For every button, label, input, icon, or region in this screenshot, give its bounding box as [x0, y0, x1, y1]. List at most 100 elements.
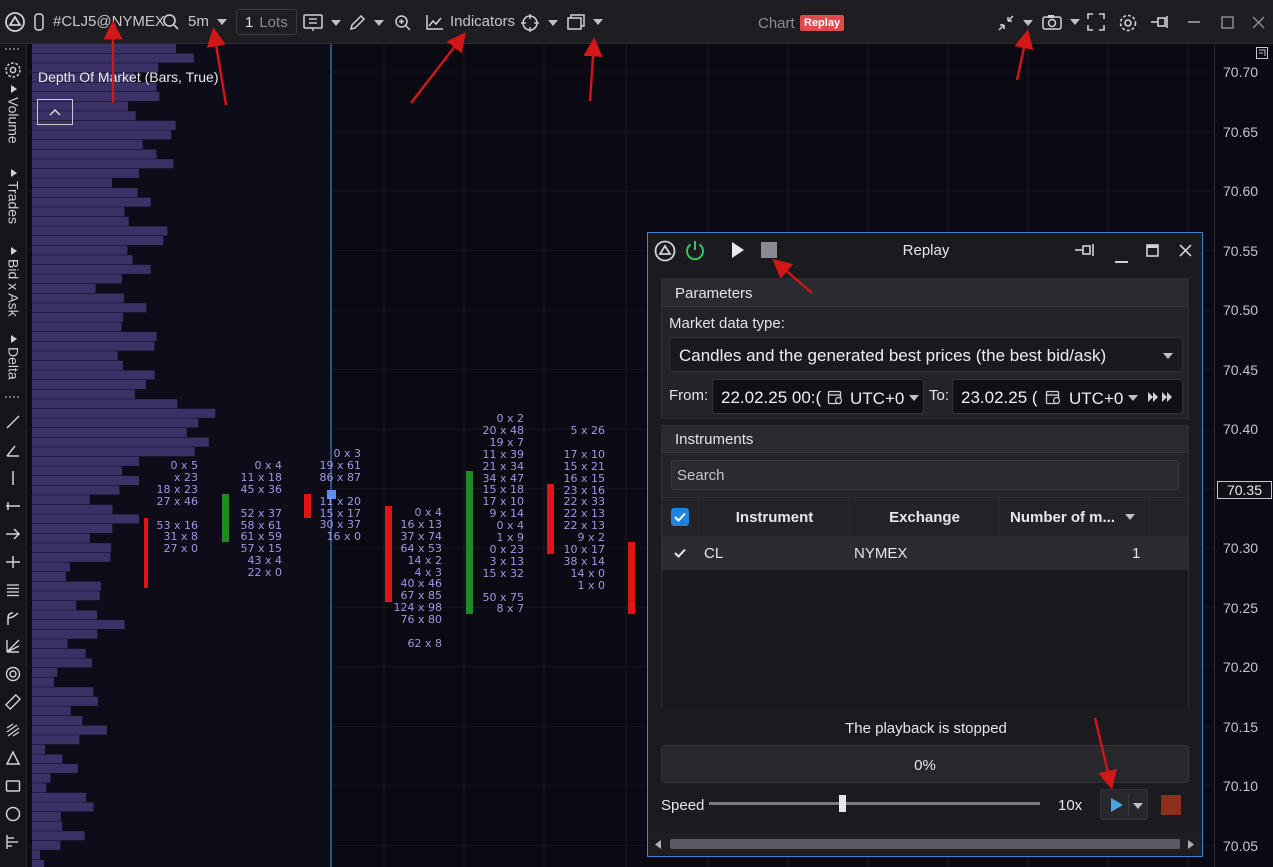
select-all-cell: [662, 498, 699, 536]
indicators-button[interactable]: Indicators: [426, 13, 515, 30]
left-tab-3[interactable]: Delta: [0, 332, 27, 382]
curve-tool-icon[interactable]: [3, 608, 23, 628]
minimize-window-icon[interactable]: [1188, 21, 1200, 23]
chart-type-button[interactable]: [303, 14, 341, 32]
fullscreen-icon[interactable]: [1087, 13, 1105, 31]
table-row[interactable]: CL NYMEX 1: [662, 537, 1188, 570]
ellipse-tool-icon[interactable]: [3, 804, 23, 824]
settings-gear-icon[interactable]: [1118, 13, 1138, 33]
replay-dialog: Replay Parameters Market data type: Cand…: [647, 232, 1203, 857]
from-timezone[interactable]: UTC+0: [850, 389, 904, 409]
ruler-tool-icon[interactable]: [3, 692, 23, 712]
left-tab-2[interactable]: Bid x Ask: [0, 244, 27, 320]
panel-settings-gear-icon[interactable]: [3, 60, 23, 80]
axis-settings-icon[interactable]: [1256, 47, 1268, 59]
chevron-down-icon[interactable]: [1128, 395, 1138, 401]
drag-handle-icon[interactable]: [3, 394, 23, 400]
dom-volume-bar: [32, 178, 113, 188]
select-all-checkbox[interactable]: [671, 508, 689, 526]
horizontal-ray-tool-icon[interactable]: [3, 496, 23, 516]
minimize-dialog-icon[interactable]: [1115, 250, 1128, 268]
column-exchange[interactable]: Exchange: [850, 498, 1000, 536]
drag-handle-icon[interactable]: [3, 46, 23, 52]
rectangle-tool-icon[interactable]: [3, 776, 23, 796]
close-dialog-icon[interactable]: [1179, 244, 1192, 262]
chevron-down-icon[interactable]: [909, 395, 919, 401]
instrument-search-input[interactable]: Search: [671, 460, 1179, 490]
pin-icon[interactable]: [1150, 15, 1170, 29]
calendar-icon[interactable]: [827, 389, 843, 405]
pin-icon[interactable]: [1074, 243, 1096, 262]
parameters-header: Parameters: [662, 279, 1188, 307]
scroll-right-icon[interactable]: [1188, 840, 1194, 849]
timeframe-selector[interactable]: 5m: [188, 13, 227, 30]
crosshair-button[interactable]: [520, 13, 558, 33]
dom-volume-bar: [32, 773, 51, 783]
angle-tool-icon[interactable]: [3, 440, 23, 460]
instruments-section: Instruments Search Instrument Exchange N…: [661, 425, 1189, 708]
row-number: 1: [1132, 545, 1141, 562]
trend-line-tool-icon[interactable]: [3, 412, 23, 432]
left-tab-0[interactable]: Volume: [0, 84, 27, 144]
minimize-chart-button[interactable]: [997, 14, 1033, 32]
dom-volume-bar: [32, 380, 147, 390]
footprint-cell: 52 x 37: [240, 506, 283, 520]
indicators-label: Indicators: [450, 13, 516, 30]
market-data-type-select[interactable]: Candles and the generated best prices (t…: [669, 337, 1183, 372]
lots-value: 1: [245, 13, 254, 31]
price-axis[interactable]: 70.70 70.65 70.60 70.55 70.50 70.45 70.40 70.35…: [1214, 44, 1273, 867]
column-instrument[interactable]: Instrument: [700, 498, 850, 536]
fan-tool-icon[interactable]: [3, 636, 23, 656]
column-number-header[interactable]: Number of m...: [1000, 498, 1150, 536]
maximize-dialog-icon[interactable]: [1146, 244, 1159, 262]
triangle-tool-icon[interactable]: [3, 748, 23, 768]
footprint-cell: 86 x 87: [319, 470, 362, 484]
app-logo-icon[interactable]: [5, 12, 25, 32]
dom-volume-bar: [32, 504, 113, 514]
to-datetime-input[interactable]: 23.02.25 ( UTC+0: [952, 379, 1183, 414]
dom-volume-bar: [32, 735, 80, 745]
start-playback-button[interactable]: [1100, 789, 1148, 820]
speed-slider-track[interactable]: [709, 802, 1040, 805]
link-group-icon[interactable]: [34, 13, 44, 31]
close-window-icon[interactable]: [1252, 16, 1265, 29]
left-tab-1[interactable]: Trades: [0, 164, 27, 230]
footprint-cell: 64 x 53: [400, 541, 443, 555]
price-tick-label: 70.05: [1223, 837, 1259, 854]
maximize-window-icon[interactable]: [1221, 16, 1234, 29]
horizontal-scrollbar[interactable]: [648, 833, 1202, 855]
dom-volume-bar: [32, 754, 63, 764]
zoom-in-icon[interactable]: [394, 14, 412, 32]
scrollbar-thumb[interactable]: [670, 839, 1180, 849]
dom-volume-bar: [32, 456, 140, 466]
to-timezone[interactable]: UTC+0: [1069, 389, 1123, 409]
window-template-button[interactable]: [567, 14, 603, 30]
cross-line-tool-icon[interactable]: [3, 552, 23, 572]
row-checkbox[interactable]: [671, 544, 689, 562]
arrow-tool-icon[interactable]: [3, 524, 23, 544]
screenshot-button[interactable]: [1042, 14, 1080, 30]
drawing-tool-button[interactable]: [348, 14, 384, 32]
dom-volume-bar: [32, 332, 157, 342]
spiral-tool-icon[interactable]: [3, 664, 23, 684]
dom-volume-bar: [32, 668, 58, 678]
dom-volume-bar: [32, 370, 155, 380]
replay-badge: Replay: [800, 15, 845, 31]
footprint-cell: 17 x 10: [563, 447, 606, 461]
volume-profile-tool-icon[interactable]: [3, 832, 23, 852]
calendar-icon[interactable]: [1045, 389, 1061, 405]
fibonacci-tool-icon[interactable]: [3, 720, 23, 740]
lots-input[interactable]: 1 Lots: [236, 9, 297, 35]
fast-forward-icon[interactable]: [1147, 391, 1175, 403]
stop-playback-button[interactable]: [1161, 795, 1181, 815]
scroll-left-icon[interactable]: [655, 840, 661, 849]
collapse-indicator-button[interactable]: [37, 99, 73, 125]
from-datetime-input[interactable]: 22.02.25 00:( UTC+0: [712, 379, 924, 414]
vertical-line-tool-icon[interactable]: [3, 468, 23, 488]
search-icon[interactable]: [162, 13, 180, 31]
symbol-selector[interactable]: #CLJ5@NYMEX: [53, 13, 165, 30]
speed-slider-handle[interactable]: [839, 795, 846, 812]
dom-volume-bar: [32, 524, 113, 534]
parallel-lines-tool-icon[interactable]: [3, 580, 23, 600]
dom-volume-bar: [32, 149, 157, 159]
